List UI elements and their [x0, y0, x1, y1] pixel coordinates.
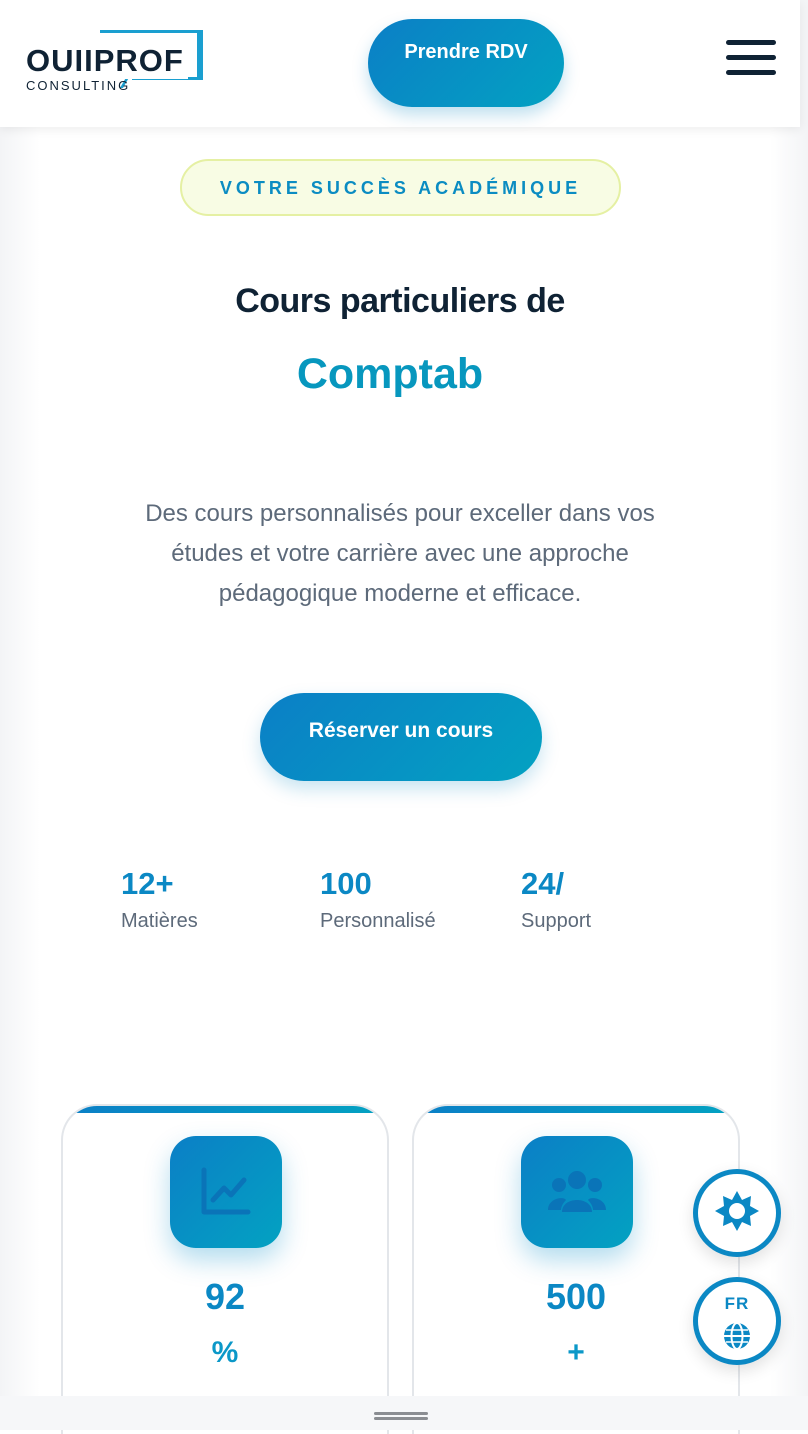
logo-subtitle: CONSULTING [26, 78, 131, 93]
hero-description: Des cours personnalisés pour exceller da… [145, 500, 655, 607]
hero-title: Cours particuliers de [235, 282, 565, 320]
card-unit: + [567, 1336, 585, 1369]
language-label: FR [724, 1294, 750, 1313]
hamburger-menu-icon[interactable] [726, 40, 776, 78]
language-selector-button[interactable]: FR [693, 1277, 781, 1365]
book-appointment-button[interactable]: Prendre RDV [368, 19, 564, 107]
hero-badge: VOTRE SUCCÈS ACADÉMIQUE [180, 159, 621, 216]
users-group-icon [521, 1136, 633, 1248]
stat-value: 12+ [121, 866, 174, 901]
drag-handle-icon[interactable] [374, 1412, 428, 1415]
hero-subject: Comptab [296, 350, 484, 398]
globe-icon [724, 1322, 750, 1350]
card-value: 500 [545, 1276, 607, 1317]
card-accent-bar [63, 1106, 387, 1113]
stat-label: Personnalisé [320, 910, 436, 932]
logo-wordmark: OUIIPROF [26, 43, 188, 79]
stat-support: 24/ Support [521, 866, 591, 933]
stat-label: Support [521, 910, 592, 932]
chart-line-icon [170, 1136, 282, 1248]
card-accent-bar [414, 1106, 738, 1113]
bottom-sheet-bar [0, 1396, 808, 1430]
theme-toggle-button[interactable] [693, 1169, 781, 1257]
card-value: 92 [204, 1276, 246, 1317]
stat-subjects: 12+ Matières [121, 866, 198, 933]
site-logo[interactable]: OUIIPROF CONSULTING [26, 30, 204, 94]
students-count-card: 500 + [412, 1104, 740, 1434]
card-unit: % [211, 1336, 239, 1369]
site-header: OUIIPROF CONSULTING Prendre RDV [0, 0, 800, 127]
stat-personalized: 100 Personnalisé [320, 866, 436, 933]
stat-label: Matières [121, 910, 198, 932]
book-lesson-button[interactable]: Réserver un cours [260, 693, 542, 781]
logo-frame-right [200, 30, 203, 80]
stat-value: 24/ [521, 866, 565, 901]
success-rate-card: 92 % [61, 1104, 389, 1434]
sun-icon [715, 1191, 759, 1231]
stat-value: 100 [320, 866, 372, 901]
